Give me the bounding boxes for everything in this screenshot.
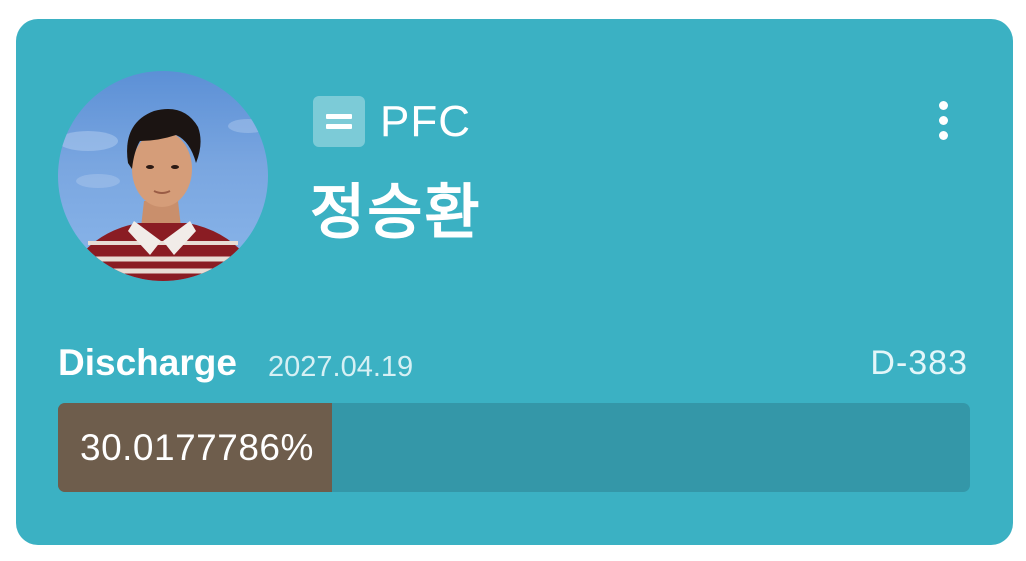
soldier-name: 정승환	[310, 178, 482, 248]
rank-label: PFC	[380, 97, 471, 146]
discharge-date: 2027.04.19	[268, 351, 414, 383]
soldier-card: PFC 정승환 Discharge 2027.04.19 D-383 30.01…	[16, 19, 1013, 545]
discharge-row: Discharge 2027.04.19 D-383	[58, 341, 968, 385]
d-day-counter: D-383	[870, 344, 968, 382]
progress-percent: 30.0177786%	[80, 427, 314, 468]
sergeant-rank-icon	[313, 96, 365, 147]
service-progress-bar: 30.0177786%	[58, 403, 970, 492]
discharge-label: Discharge	[58, 342, 237, 383]
more-vertical-icon[interactable]	[927, 99, 959, 143]
profile-photo	[58, 109, 268, 281]
avatar	[58, 71, 268, 281]
